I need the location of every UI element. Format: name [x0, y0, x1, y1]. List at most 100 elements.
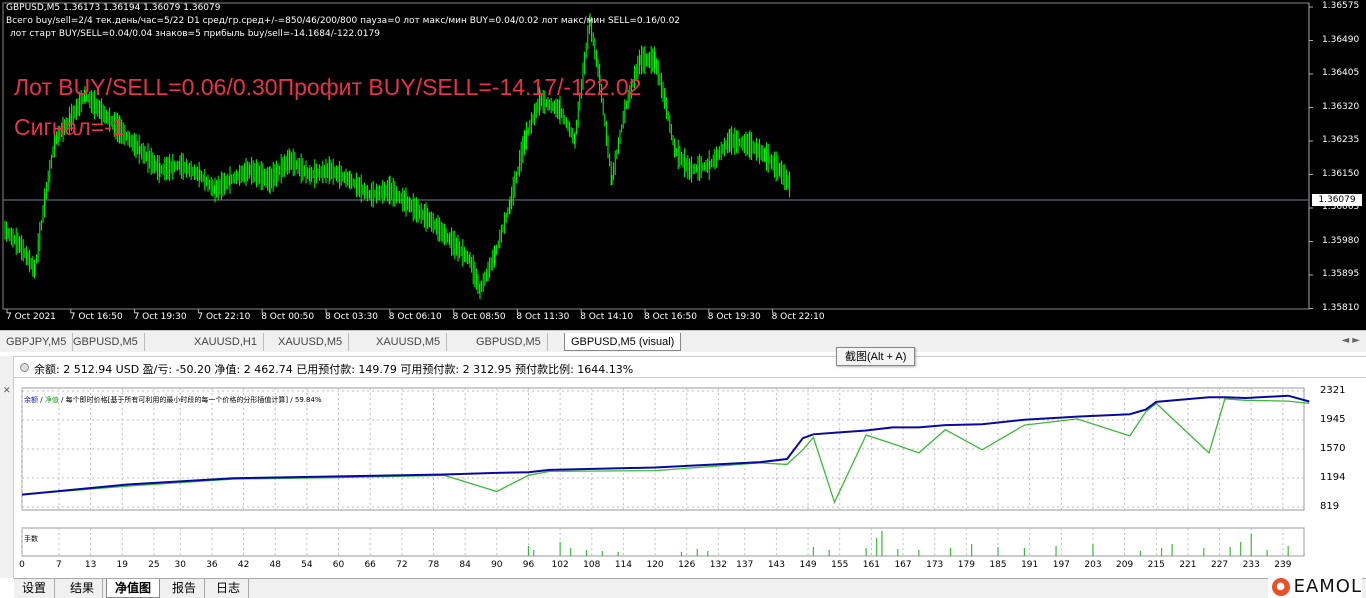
equity-x-tick-label: 179 — [957, 560, 975, 570]
equity-x-tick-label: 25 — [148, 560, 160, 570]
equity-x-tick-label: 90 — [491, 560, 503, 570]
equity-x-tick-label: 102 — [551, 560, 569, 570]
current-price-label: 1.36079 — [1312, 194, 1362, 206]
equity-y-tick-label: 1194 — [1320, 472, 1346, 484]
ohlc-readout: GBPUSD,M5 1.36173 1.36194 1.36079 1.3607… — [6, 3, 221, 13]
equity-chart[interactable]: 余额 / 净值 / 每个即时价格[基于所有可利用的最小时段的每一个价格的分形插值… — [14, 380, 1366, 578]
equity-x-tick-label: 72 — [396, 560, 408, 570]
chart-tab[interactable]: GBPJPY,M5 — [0, 333, 74, 351]
equity-y-tick-label: 2321 — [1320, 385, 1346, 396]
equity-x-tick-label: 215 — [1147, 560, 1165, 570]
tab-results[interactable]: 结果 — [62, 579, 104, 598]
price-tick-label: 1.36235 — [1322, 135, 1360, 145]
time-tick-label: 8 Oct 22:10 — [771, 312, 825, 322]
chart-tab[interactable]: GBPUSD,M5 — [67, 333, 145, 351]
equity-x-tick-label: 197 — [1052, 560, 1070, 570]
equity-x-tick-label: 108 — [583, 560, 601, 570]
price-tick-label: 1.36490 — [1322, 34, 1360, 45]
ea-info-line-2: лот старт BUY/SELL=0.04/0.04 знаков=5 пр… — [10, 29, 380, 39]
equity-x-tick-label: 185 — [989, 560, 1007, 570]
tab-scroll-arrows[interactable]: ◄ ► — [1341, 335, 1360, 346]
equity-y-tick-label: 819 — [1320, 501, 1340, 512]
equity-x-tick-label: 54 — [301, 560, 313, 570]
price-tick-label: 1.36575 — [1322, 1, 1360, 11]
equity-chart-canvas — [21, 387, 1310, 557]
time-tick-label: 8 Oct 08:50 — [452, 312, 506, 322]
candle-bars — [4, 13, 791, 300]
time-tick-label: 8 Oct 14:10 — [580, 312, 634, 322]
price-tick-label: 1.36150 — [1322, 168, 1360, 179]
time-tick-label: 8 Oct 06:10 — [388, 312, 442, 322]
chart-tab[interactable]: XAUUSD,M5 — [370, 333, 448, 351]
close-icon[interactable]: ✕ — [3, 386, 11, 396]
equity-x-tick-label: 203 — [1084, 560, 1102, 570]
legend-equity: 净值 — [44, 396, 59, 404]
equity-x-tick-label: 66 — [364, 560, 376, 570]
equity-x-tick-label: 137 — [736, 560, 754, 570]
eamol-logo-text: EAMOL — [1293, 576, 1362, 597]
time-tick-label: 8 Oct 16:50 — [644, 312, 697, 322]
equity-x-tick-label: 191 — [1021, 560, 1039, 570]
equity-x-tick-label: 132 — [709, 560, 727, 570]
eamol-logo-icon: ● — [1271, 577, 1290, 596]
equity-x-tick-label: 239 — [1274, 560, 1292, 570]
account-status-bar: 余额: 2 512.94 USD 盈/亏: -50.20 净值: 2 462.7… — [0, 356, 1366, 378]
tab-equity-chart[interactable]: 净值图 — [106, 579, 161, 598]
legend-balance: 余额 — [24, 396, 38, 404]
tab-settings[interactable]: 设置 — [14, 579, 56, 598]
equity-x-tick-label: 167 — [894, 560, 912, 570]
time-tick-label: 7 Oct 22:10 — [197, 312, 251, 322]
tab-journal[interactable]: 日志 — [208, 579, 250, 598]
equity-x-tick-label: 221 — [1179, 560, 1197, 570]
price-chart-canvas — [2, 2, 1313, 313]
chart-tab[interactable]: XAUUSD,M5 — [272, 333, 350, 351]
equity-x-tick-label: 209 — [1116, 560, 1134, 570]
account-status-icon — [20, 363, 29, 372]
tester-tab-bar: 设置 结果 净值图 报告 日志 — [14, 578, 1366, 598]
equity-legend: 余额 / 净值 / 每个即时价格[基于所有可利用的最小时段的每一个价格的分形插值… — [24, 395, 322, 405]
signal-overlay: Сигнал=-1 — [14, 114, 125, 140]
equity-y-tick-label: 1570 — [1320, 443, 1346, 454]
price-tick-label: 1.35810 — [1322, 302, 1360, 313]
chart-tab[interactable]: GBPUSD,M5 (visual) — [564, 333, 682, 351]
price-tick-label: 1.36320 — [1322, 101, 1360, 112]
price-plot-frame — [2, 2, 1310, 310]
equity-x-tick-label: 114 — [614, 560, 633, 570]
equity-x-tick-label: 36 — [206, 560, 218, 570]
legend-separator: / — [38, 396, 45, 404]
equity-x-tick-label: 7 — [56, 560, 62, 570]
time-tick-label: 7 Oct 2021 — [6, 312, 56, 322]
time-tick-label: 7 Oct 19:30 — [133, 312, 187, 322]
chart-tab[interactable]: XAUUSD,H1 — [188, 333, 264, 351]
eamol-watermark: ● EAMOL — [1267, 575, 1362, 598]
equity-x-tick-label: 126 — [678, 560, 696, 570]
equity-x-tick-label: 173 — [926, 560, 944, 570]
equity-x-tick-label: 60 — [332, 560, 345, 570]
equity-x-tick-label: 227 — [1210, 560, 1229, 570]
equity-x-tick-label: 233 — [1242, 560, 1260, 570]
equity-y-tick-label: 1945 — [1320, 414, 1346, 426]
chart-tab[interactable]: GBPUSD,M5 — [470, 333, 548, 351]
price-chart[interactable]: GBPUSD,M5 1.36173 1.36194 1.36079 1.3607… — [0, 0, 1366, 330]
equity-x-tick-label: 48 — [269, 560, 281, 570]
screenshot-tooltip: 截图(Alt + A) — [836, 347, 916, 366]
equity-x-tick-label: 78 — [427, 560, 440, 570]
ea-info-line-1: Всего buy/sell=2/4 тек.день/час=5/22 D1 … — [6, 16, 681, 26]
equity-x-tick-label: 13 — [84, 560, 97, 570]
equity-x-tick-label: 19 — [116, 560, 128, 570]
lots-subchart-label: 手数 — [24, 535, 38, 543]
time-tick-label: 8 Oct 03:30 — [325, 312, 378, 322]
time-tick-label: 7 Oct 16:50 — [69, 312, 123, 322]
equity-x-tick-label: 0 — [19, 560, 25, 570]
lot-profit-overlay: Лот BUY/SELL=0.06/0.30Профит BUY/SELL=-1… — [14, 74, 642, 100]
toolbox-side-strip: ✕ — [0, 356, 14, 578]
equity-x-tick-label: 120 — [646, 560, 664, 570]
price-tick-label: 1.35895 — [1322, 269, 1360, 279]
price-tick-label: 1.36405 — [1322, 68, 1360, 78]
chart-tab-bar: GBPJPY,M5 GBPUSD,M5 XAUUSD,H1 XAUUSD,M5 XAUU… — [0, 330, 1366, 352]
account-summary: 余额: 2 512.94 USD 盈/亏: -50.20 净值: 2 462.7… — [34, 363, 634, 376]
lots-bars — [527, 531, 1289, 556]
equity-x-tick-label: 161 — [862, 560, 880, 570]
equity-x-tick-label: 42 — [237, 560, 250, 570]
tab-report[interactable]: 报告 — [164, 579, 206, 598]
